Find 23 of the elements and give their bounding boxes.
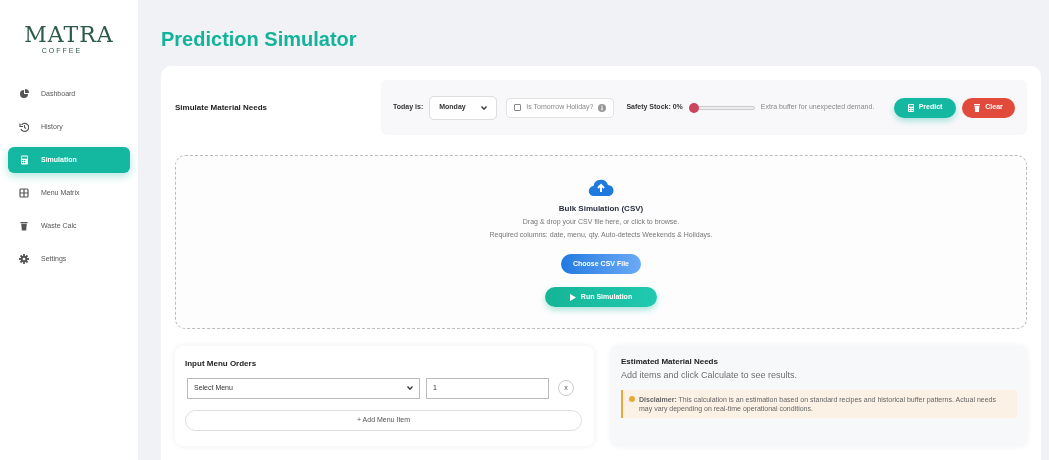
pie-chart-icon <box>19 89 29 99</box>
checkbox[interactable] <box>514 104 522 111</box>
calculator-icon <box>907 103 914 112</box>
chevron-icon <box>407 386 413 390</box>
settings-icon <box>19 254 29 264</box>
card-title: Input Menu Orders <box>185 358 258 370</box>
upload-title: Bulk Simulation (CSV) <box>558 203 644 215</box>
chevron-icon <box>481 105 488 110</box>
history-icon <box>19 122 29 132</box>
logo-wordmark: MATRA <box>24 24 114 46</box>
card-title: Estimated Material Needs <box>621 356 719 368</box>
results-hint: Add items and click Calculate to see results. <box>621 369 799 382</box>
play-icon <box>569 293 576 301</box>
info-icon <box>598 103 607 112</box>
page-title: Prediction Simulator <box>161 27 358 52</box>
grid-icon <box>19 188 29 198</box>
trash-icon <box>974 103 981 112</box>
section-title: Simulate Material Needs <box>175 101 269 114</box>
warning-icon <box>629 395 635 402</box>
cloud-upload-icon <box>588 178 614 197</box>
calculator-icon <box>19 155 29 165</box>
slider-thumb[interactable] <box>688 102 699 113</box>
trash-icon <box>19 221 29 231</box>
